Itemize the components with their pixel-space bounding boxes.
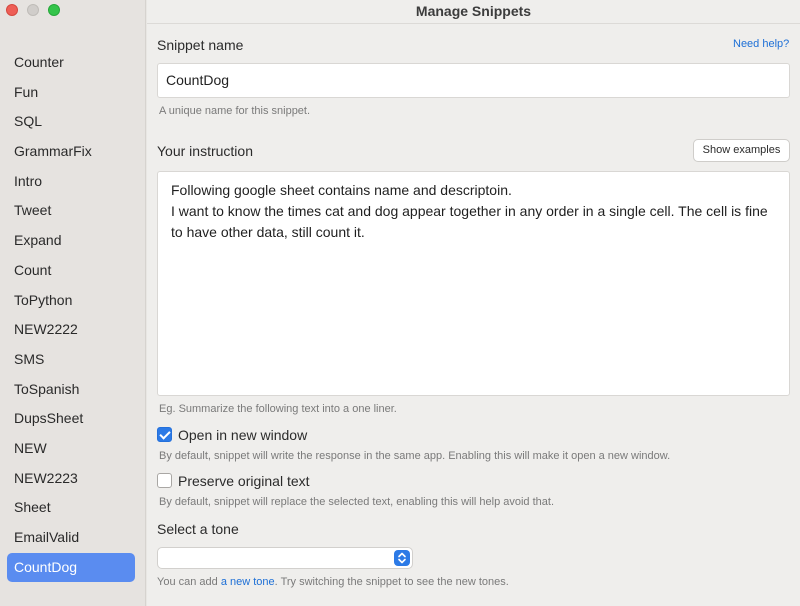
preserve-original-hint: By default, snippet will replace the sel… bbox=[159, 496, 555, 508]
tone-hint-text: You can add bbox=[157, 576, 221, 588]
sidebar-item-emailvalid[interactable]: EmailValid bbox=[7, 523, 135, 553]
tone-hint: You can add a new tone. Try switching th… bbox=[157, 576, 509, 588]
show-examples-button[interactable]: Show examples bbox=[693, 139, 790, 162]
sidebar-item-grammarfix[interactable]: GrammarFix bbox=[7, 137, 135, 167]
sidebar-item-sms[interactable]: SMS bbox=[7, 345, 135, 375]
sidebar-item-countdog[interactable]: CountDog bbox=[7, 552, 135, 583]
sidebar-item-expand[interactable]: Expand bbox=[7, 226, 135, 256]
instruction-label: Your instruction bbox=[157, 143, 253, 159]
tone-label: Select a tone bbox=[157, 521, 239, 537]
sidebar-item-intro[interactable]: Intro bbox=[7, 167, 135, 197]
snippet-name-input[interactable]: CountDog bbox=[157, 63, 790, 98]
sidebar-item-sql[interactable]: SQL bbox=[7, 107, 135, 137]
close-window-button[interactable] bbox=[6, 4, 18, 16]
snippet-name-label: Snippet name bbox=[157, 37, 244, 53]
new-tone-link[interactable]: a new tone bbox=[221, 576, 275, 588]
instruction-hint: Eg. Summarize the following text into a … bbox=[159, 403, 397, 415]
zoom-window-button[interactable] bbox=[48, 4, 60, 16]
window-controls bbox=[6, 4, 60, 16]
sidebar-item-new2223[interactable]: NEW2223 bbox=[7, 464, 135, 494]
sidebar-item-new[interactable]: NEW bbox=[7, 434, 135, 464]
sidebar-item-new2222[interactable]: NEW2222 bbox=[7, 315, 135, 345]
sidebar-item-dupssheet[interactable]: DupsSheet bbox=[7, 404, 135, 434]
instruction-textarea[interactable]: Following google sheet contains name and… bbox=[157, 171, 790, 396]
sidebar-item-topython[interactable]: ToPython bbox=[7, 286, 135, 316]
snippet-name-hint: A unique name for this snippet. bbox=[159, 105, 311, 117]
minimize-window-button[interactable] bbox=[27, 4, 39, 16]
preserve-original-checkbox[interactable] bbox=[157, 473, 172, 488]
sidebar-item-tospanish[interactable]: ToSpanish bbox=[7, 375, 135, 405]
open-new-window-checkbox[interactable] bbox=[157, 427, 172, 442]
up-down-chevron-icon bbox=[394, 550, 410, 566]
main-panel: Manage Snippets Snippet name Need help? … bbox=[147, 0, 800, 606]
sidebar-item-count[interactable]: Count bbox=[7, 256, 135, 286]
sidebar-item-tweet[interactable]: Tweet bbox=[7, 196, 135, 226]
window-title: Manage Snippets bbox=[147, 0, 800, 24]
open-new-window-hint: By default, snippet will write the respo… bbox=[159, 450, 671, 462]
sidebar-item-fun[interactable]: Fun bbox=[7, 78, 135, 108]
preserve-original-label[interactable]: Preserve original text bbox=[178, 473, 310, 489]
open-new-window-label[interactable]: Open in new window bbox=[178, 427, 307, 443]
need-help-link[interactable]: Need help? bbox=[733, 38, 789, 50]
tone-hint-suffix: . Try switching the snippet to see the n… bbox=[274, 576, 509, 588]
sidebar-item-counter[interactable]: Counter bbox=[7, 48, 135, 78]
sidebar: Counter Fun SQL GrammarFix Intro Tweet Expand C… bbox=[0, 0, 146, 606]
snippet-list: Counter Fun SQL GrammarFix Intro Tweet Expand C… bbox=[7, 48, 135, 583]
sidebar-item-sheet[interactable]: Sheet bbox=[7, 493, 135, 523]
tone-select[interactable] bbox=[157, 547, 413, 569]
